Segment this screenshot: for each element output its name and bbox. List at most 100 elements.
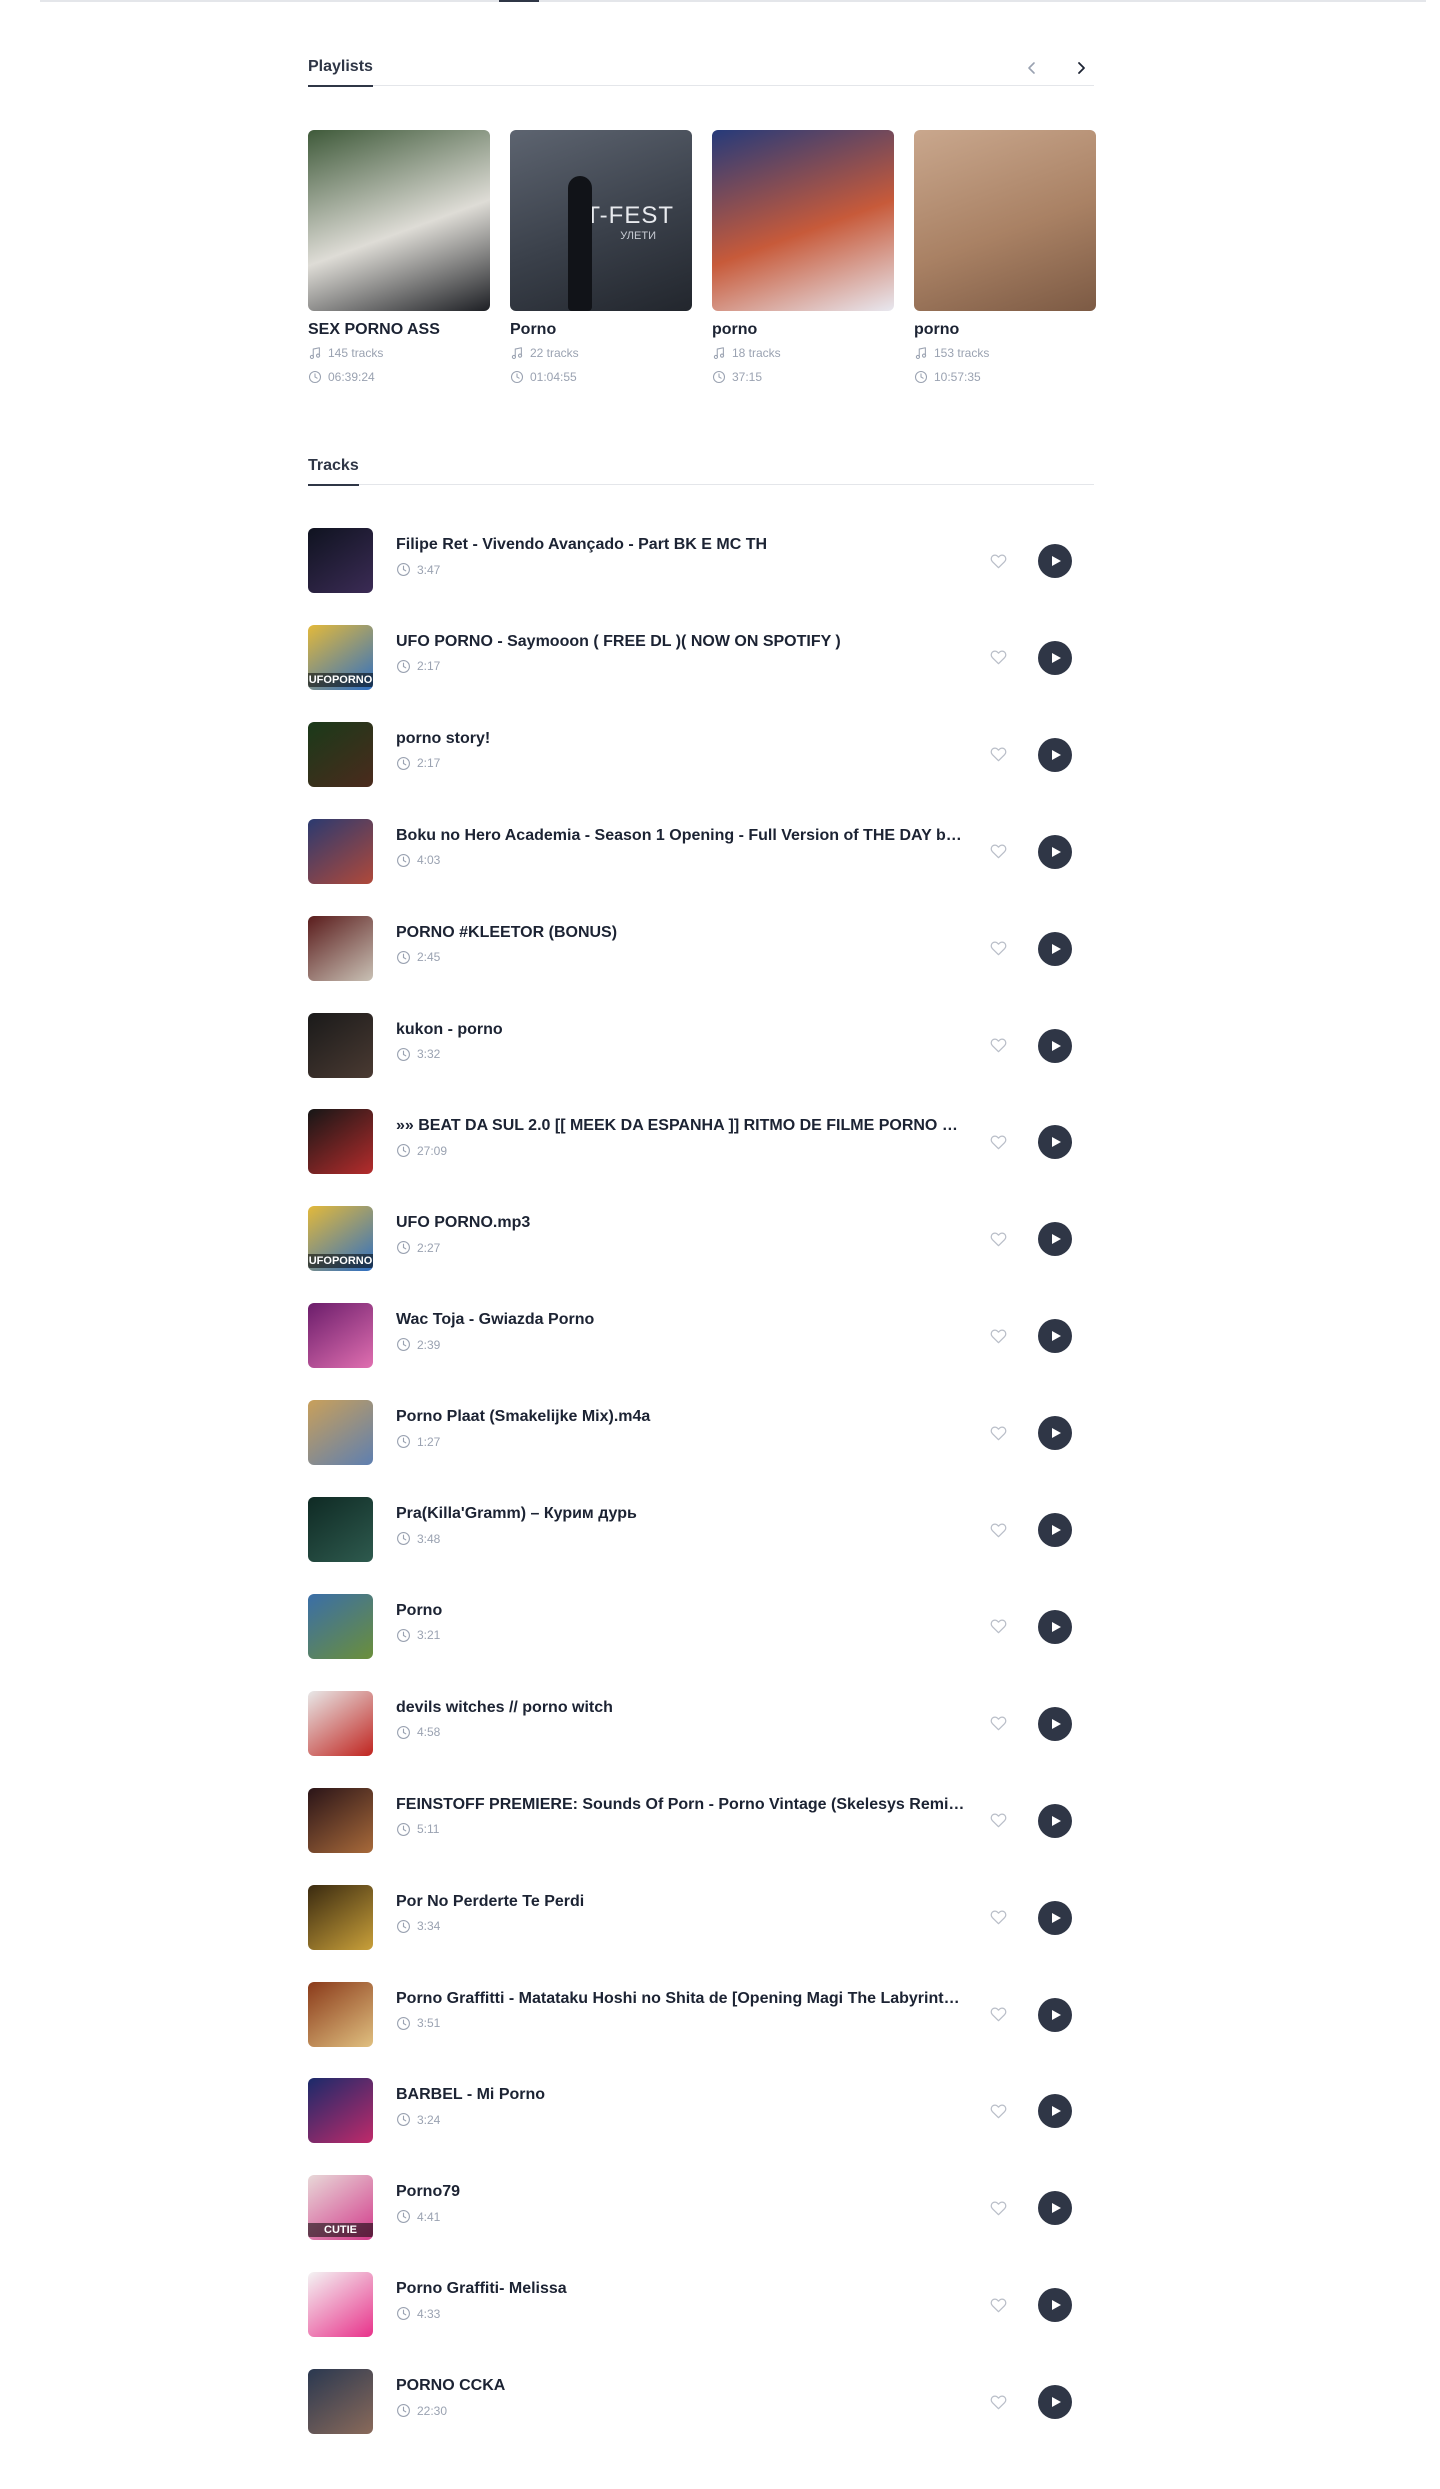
like-button[interactable]	[986, 840, 1010, 864]
track-title[interactable]: Boku no Hero Academia - Season 1 Opening…	[396, 827, 966, 845]
track-cover[interactable]	[308, 1593, 373, 1659]
playlists-next-button[interactable]	[1067, 54, 1095, 82]
play-button[interactable]	[1038, 834, 1072, 869]
like-button[interactable]	[986, 2196, 1010, 2220]
track-row[interactable]: BARBEL - Mi Porno 3:24	[308, 2078, 1094, 2144]
track-title[interactable]: Porno79	[396, 2183, 966, 2201]
track-row[interactable]: Porno Graffiti- Melissa 4:33	[308, 2272, 1094, 2338]
playlist-card[interactable]: porno 18 tracks 37:15	[712, 130, 894, 384]
track-title[interactable]: devils witches // porno witch	[396, 1699, 966, 1717]
track-title[interactable]: Por No Perderte Te Perdi	[396, 1893, 966, 1911]
like-button[interactable]	[986, 2099, 1010, 2123]
like-button[interactable]	[986, 2293, 1010, 2317]
like-button[interactable]	[986, 1227, 1010, 1251]
play-button[interactable]	[1038, 1125, 1072, 1160]
track-row[interactable]: PORNO #KLEETOR (BONUS) 2:45	[308, 915, 1094, 982]
track-row[interactable]: UFOPORNO UFO PORNO - Saymooon ( FREE DL )…	[308, 624, 1094, 691]
track-row[interactable]: Porno Graffitti - Matataku Hoshi no Shit…	[308, 1981, 1094, 2048]
playlist-card[interactable]: T-FEST УЛЕТИ Porno 22 tracks 01:04:55	[510, 130, 692, 384]
track-row[interactable]: Filipe Ret - Vivendo Avançado - Part BK …	[308, 528, 1094, 594]
play-button[interactable]	[1038, 1028, 1072, 1063]
play-button[interactable]	[1038, 544, 1072, 578]
playlists-prev-button[interactable]	[1018, 54, 1046, 82]
track-cover[interactable]	[308, 1981, 373, 2047]
playlist-name[interactable]: SEX PORNO ASS	[308, 321, 490, 339]
track-title[interactable]: PORNO CCKA	[396, 2377, 966, 2395]
track-cover[interactable]	[308, 2078, 373, 2144]
playlist-cover[interactable]	[914, 130, 1096, 311]
track-cover[interactable]	[308, 721, 373, 787]
track-cover[interactable]: CUTIE	[308, 2175, 373, 2241]
track-cover[interactable]	[308, 2272, 373, 2338]
playlist-cover[interactable]: T-FEST УЛЕТИ	[510, 130, 692, 311]
tracks-title[interactable]: Tracks	[308, 457, 359, 486]
like-button[interactable]	[986, 937, 1010, 961]
track-title[interactable]: kukon - porno	[396, 1021, 966, 1039]
playlist-name[interactable]: Porno	[510, 321, 692, 339]
like-button[interactable]	[986, 1809, 1010, 1833]
play-button[interactable]	[1038, 1513, 1072, 1547]
play-button[interactable]	[1038, 1706, 1072, 1741]
track-row[interactable]: kukon - porno 3:32	[308, 1012, 1094, 1079]
play-button[interactable]	[1038, 640, 1072, 675]
track-title[interactable]: UFO PORNO.mp3	[396, 1214, 966, 1232]
track-cover[interactable]	[308, 915, 373, 981]
track-title[interactable]: Pra(Killa'Gramm) – Курим дурь	[396, 1505, 966, 1523]
track-cover[interactable]	[308, 1787, 373, 1853]
track-row[interactable]: FEINSTOFF PREMIERE: Sounds Of Porn - Por…	[308, 1787, 1094, 1854]
track-cover[interactable]: UFOPORNO	[308, 1206, 373, 1272]
like-button[interactable]	[986, 1034, 1010, 1058]
like-button[interactable]	[986, 1906, 1010, 1930]
like-button[interactable]	[986, 743, 1010, 767]
track-cover[interactable]	[308, 1400, 373, 1466]
playlist-card[interactable]: porno 153 tracks 10:57:35	[914, 130, 1096, 384]
track-row[interactable]: Pra(Killa'Gramm) – Курим дурь 3:48	[308, 1497, 1094, 1563]
track-cover[interactable]	[308, 528, 373, 593]
like-button[interactable]	[986, 2390, 1010, 2414]
track-cover[interactable]	[308, 1303, 373, 1369]
like-button[interactable]	[986, 646, 1010, 670]
track-title[interactable]: Filipe Ret - Vivendo Avançado - Part BK …	[396, 536, 966, 554]
like-button[interactable]	[986, 1130, 1010, 1154]
track-title[interactable]: PORNO #KLEETOR (BONUS)	[396, 924, 966, 942]
track-title[interactable]: Porno Graffiti- Melissa	[396, 2280, 966, 2298]
like-button[interactable]	[986, 1712, 1010, 1736]
track-title[interactable]: »» BEAT DA SUL 2.0 [[ MEEK DA ESPANHA ]]…	[396, 1117, 966, 1135]
playlist-card[interactable]: SEX PORNO ASS 145 tracks 06:39:24	[308, 130, 490, 384]
track-title[interactable]: FEINSTOFF PREMIERE: Sounds Of Porn - Por…	[396, 1796, 966, 1814]
track-cover[interactable]	[308, 818, 373, 884]
play-button[interactable]	[1038, 1222, 1072, 1257]
play-button[interactable]	[1038, 2385, 1072, 2420]
track-title[interactable]: Wac Toja - Gwiazda Porno	[396, 1311, 966, 1329]
playlist-name[interactable]: porno	[914, 321, 1096, 339]
play-button[interactable]	[1038, 737, 1072, 772]
track-cover[interactable]	[308, 1012, 373, 1078]
track-title[interactable]: Porno	[396, 1602, 966, 1620]
playlist-cover[interactable]	[712, 130, 894, 311]
track-title[interactable]: UFO PORNO - Saymooon ( FREE DL )( NOW ON…	[396, 633, 966, 651]
like-button[interactable]	[986, 2003, 1010, 2027]
track-row[interactable]: Wac Toja - Gwiazda Porno 2:39	[308, 1303, 1094, 1369]
track-title[interactable]: Porno Graffitti - Matataku Hoshi no Shit…	[396, 1990, 966, 2008]
track-cover[interactable]	[308, 1884, 373, 1950]
track-title[interactable]: Porno Plaat (Smakelijke Mix).m4a	[396, 1408, 966, 1426]
play-button[interactable]	[1038, 1900, 1072, 1935]
like-button[interactable]	[986, 1615, 1010, 1639]
track-row[interactable]: Porno 3:21	[308, 1593, 1094, 1660]
track-row[interactable]: Boku no Hero Academia - Season 1 Opening…	[308, 818, 1094, 885]
track-cover[interactable]	[308, 1690, 373, 1756]
track-cover[interactable]	[308, 1497, 373, 1562]
play-button[interactable]	[1038, 1609, 1072, 1644]
track-row[interactable]: UFOPORNO UFO PORNO.mp3 2:27	[308, 1206, 1094, 1272]
play-button[interactable]	[1038, 2191, 1072, 2226]
track-row[interactable]: porno story! 2:17	[308, 721, 1094, 788]
track-row[interactable]: »» BEAT DA SUL 2.0 [[ MEEK DA ESPANHA ]]…	[308, 1109, 1094, 1175]
track-row[interactable]: PORNO CCKA 22:30	[308, 2369, 1094, 2435]
play-button[interactable]	[1038, 1997, 1072, 2032]
track-cover[interactable]	[308, 1109, 373, 1175]
playlist-name[interactable]: porno	[712, 321, 894, 339]
play-button[interactable]	[1038, 1319, 1072, 1354]
track-title[interactable]: BARBEL - Mi Porno	[396, 2086, 966, 2104]
track-row[interactable]: devils witches // porno witch 4:58	[308, 1690, 1094, 1757]
track-row[interactable]: Porno Plaat (Smakelijke Mix).m4a 1:27	[308, 1400, 1094, 1466]
